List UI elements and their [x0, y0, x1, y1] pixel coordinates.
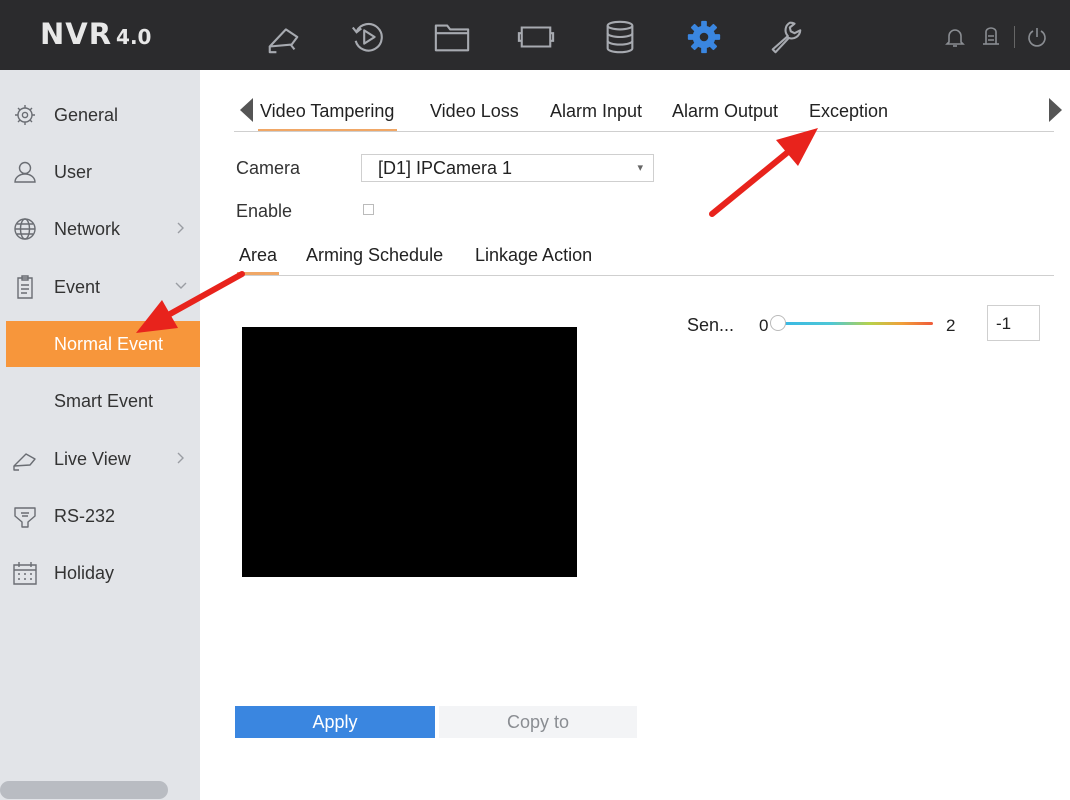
chevron-right-icon [177, 452, 184, 464]
tab-scroll-left-icon[interactable] [240, 98, 253, 122]
sidebar-item-network[interactable]: Network [0, 206, 200, 252]
storage-icon[interactable] [600, 17, 640, 57]
sidebar-item-general[interactable]: General [0, 92, 200, 138]
sidebar-item-label: Event [54, 276, 101, 297]
copy-to-button[interactable]: Copy to [439, 706, 637, 738]
sensitivity-label: Sen... [687, 315, 735, 335]
sidebar-item-label: Network [54, 218, 121, 239]
camera-preview-area[interactable] [242, 327, 577, 577]
sensitivity-min: 0 [759, 316, 769, 335]
bell-icon[interactable] [944, 26, 966, 48]
lock-icon[interactable] [980, 26, 1002, 48]
chevron-down-icon [175, 282, 187, 289]
apply-button[interactable]: Apply [235, 706, 435, 738]
top-bar: NVR 4.0 [0, 0, 1070, 70]
live-view-icon[interactable] [264, 17, 304, 57]
sidebar-item-label: RS-232 [54, 505, 116, 526]
tab-scroll-right-icon[interactable] [1049, 98, 1062, 122]
camera-select[interactable]: [D1] IPCamera 1 ▾ [361, 154, 654, 182]
chevron-down-icon: ▾ [637, 162, 643, 174]
playback-icon[interactable] [348, 17, 388, 57]
sensitivity-slider-handle[interactable] [770, 315, 786, 331]
subtab-linkage-action[interactable]: Linkage Action [475, 245, 592, 266]
sidebar-item-label: User [54, 161, 93, 182]
sidebar-item-user[interactable]: User [0, 149, 200, 195]
tab-video-tampering[interactable]: Video Tampering [257, 101, 398, 132]
sidebar-scrollbar[interactable] [0, 781, 168, 799]
main-panel: Video Tampering Video Loss Alarm Input A… [200, 70, 1070, 800]
sidebar-item-holiday[interactable]: Holiday [0, 550, 200, 596]
sidebar-item-rs232[interactable]: RS-232 [0, 493, 200, 539]
user-icon [12, 160, 38, 184]
sidebar-item-label: General [54, 104, 119, 125]
globe-icon [12, 217, 38, 241]
picture-icon[interactable] [516, 17, 556, 57]
sidebar-item-label: Normal Event [54, 333, 164, 354]
enable-checkbox[interactable] [363, 204, 374, 215]
app-logo: NVR 4.0 [40, 17, 151, 51]
sidebar-item-label: Smart Event [54, 390, 154, 411]
enable-label: Enable [236, 201, 293, 221]
logo-version: 4.0 [116, 25, 152, 49]
sensitivity-max: 2 [946, 316, 956, 335]
tab-alarm-output[interactable]: Alarm Output [672, 101, 778, 122]
tab-exception[interactable]: Exception [809, 101, 888, 122]
subtab-area[interactable]: Area [236, 245, 280, 275]
camera-select-value: [D1] IPCamera 1 [378, 158, 513, 178]
clipboard-icon [12, 275, 38, 299]
sensitivity-input[interactable]: -1 [987, 305, 1040, 341]
camera-icon [12, 447, 38, 471]
camera-label: Camera [236, 158, 301, 178]
sidebar-item-label: Holiday [54, 562, 115, 583]
sensitivity-slider-track[interactable] [776, 322, 933, 325]
tab-video-loss[interactable]: Video Loss [430, 101, 519, 122]
topbar-separator [1014, 26, 1015, 48]
tab-alarm-input[interactable]: Alarm Input [550, 101, 642, 122]
chevron-right-icon [177, 222, 184, 234]
gear-icon [12, 103, 38, 127]
sensitivity-value: -1 [996, 314, 1012, 333]
sidebar: General User Network Event Normal Event … [0, 70, 200, 800]
sidebar-item-normal-event[interactable]: Normal Event [6, 321, 200, 367]
file-icon[interactable] [432, 17, 472, 57]
logo-text: NVR [40, 17, 113, 51]
power-icon[interactable] [1026, 26, 1048, 48]
rs232-port-icon [12, 504, 38, 528]
sidebar-item-label: Live View [54, 448, 131, 469]
settings-gear-icon[interactable] [684, 17, 724, 57]
sidebar-item-event[interactable]: Event [0, 264, 200, 310]
subtabs-divider [234, 275, 1054, 276]
tabs-divider [234, 131, 1054, 132]
sidebar-item-live-view[interactable]: Live View [0, 436, 200, 482]
calendar-icon [12, 561, 38, 585]
subtab-arming-schedule[interactable]: Arming Schedule [306, 245, 443, 266]
maintenance-wrench-icon[interactable] [766, 17, 806, 57]
sidebar-item-smart-event[interactable]: Smart Event [0, 378, 200, 424]
